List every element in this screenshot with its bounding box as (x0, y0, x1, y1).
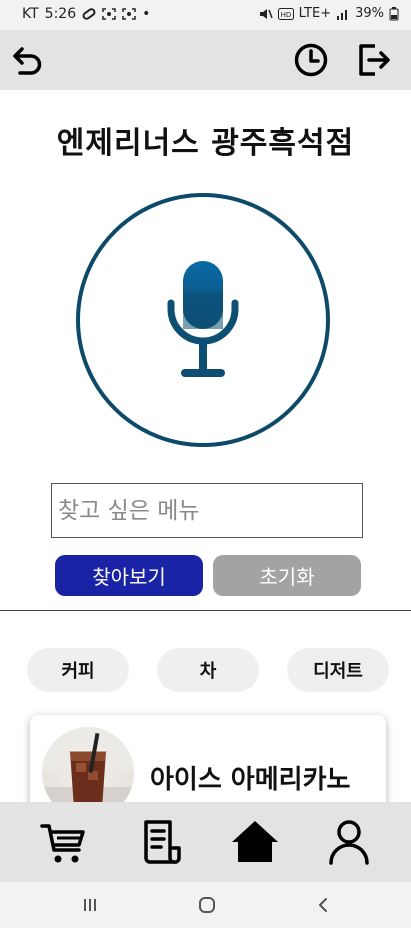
category-tea[interactable]: 차 (157, 648, 259, 692)
history-button[interactable] (291, 40, 331, 80)
nav-orders[interactable] (131, 814, 191, 870)
chevron-left-icon (319, 898, 327, 912)
divider (0, 610, 411, 611)
clock-icon (294, 43, 328, 77)
reset-button[interactable]: 초기화 (213, 555, 361, 596)
receipt-icon (144, 820, 181, 864)
undo-arrow-icon (13, 47, 42, 75)
system-nav (0, 882, 411, 928)
battery-label: 39% (355, 6, 384, 21)
logout-button[interactable] (354, 40, 394, 80)
svg-text:HD: HD (280, 11, 291, 19)
nav-home[interactable] (225, 814, 285, 870)
voice-search-button[interactable] (76, 193, 330, 447)
category-dessert[interactable]: 디저트 (287, 648, 389, 692)
search-button[interactable]: 찾아보기 (55, 555, 203, 596)
recents-icon (84, 899, 96, 911)
home-icon (232, 821, 278, 862)
circle-home-icon (199, 897, 215, 913)
nav-profile[interactable] (319, 814, 379, 870)
notification-dot: • (142, 6, 151, 22)
category-coffee[interactable]: 커피 (27, 648, 129, 692)
top-bar (0, 30, 411, 90)
cart-icon (40, 824, 85, 863)
status-right: HD LTE+ 39% (259, 6, 399, 21)
person-icon (329, 820, 369, 865)
status-bar: KT 5:26 • HD LTE+ 39% (0, 0, 411, 30)
nav-cart[interactable] (33, 814, 93, 870)
microphone-icon (167, 261, 239, 377)
time-label: 5:26 (44, 6, 77, 22)
hd-icon: HD (277, 7, 294, 20)
recents-button[interactable] (75, 893, 105, 917)
mute-icon (259, 8, 273, 19)
exit-door-icon (359, 44, 390, 76)
link-icon (82, 8, 96, 20)
home-system-button[interactable] (192, 893, 222, 917)
bottom-nav (0, 802, 411, 882)
status-left: KT 5:26 • (22, 6, 150, 22)
back-button[interactable] (8, 40, 48, 80)
battery-icon (389, 6, 399, 20)
signal-icon (337, 9, 348, 20)
screenshot-icon-2 (122, 8, 136, 20)
menu-item-name: 아이스 아메리카노 (150, 765, 351, 795)
store-title: 엔제리너스 광주흑석점 (56, 126, 355, 161)
back-system-button[interactable] (309, 893, 339, 917)
screenshot-icon (102, 8, 116, 20)
search-input[interactable] (51, 483, 363, 538)
network-label: LTE+ (298, 6, 332, 21)
carrier-label: KT (22, 6, 39, 22)
